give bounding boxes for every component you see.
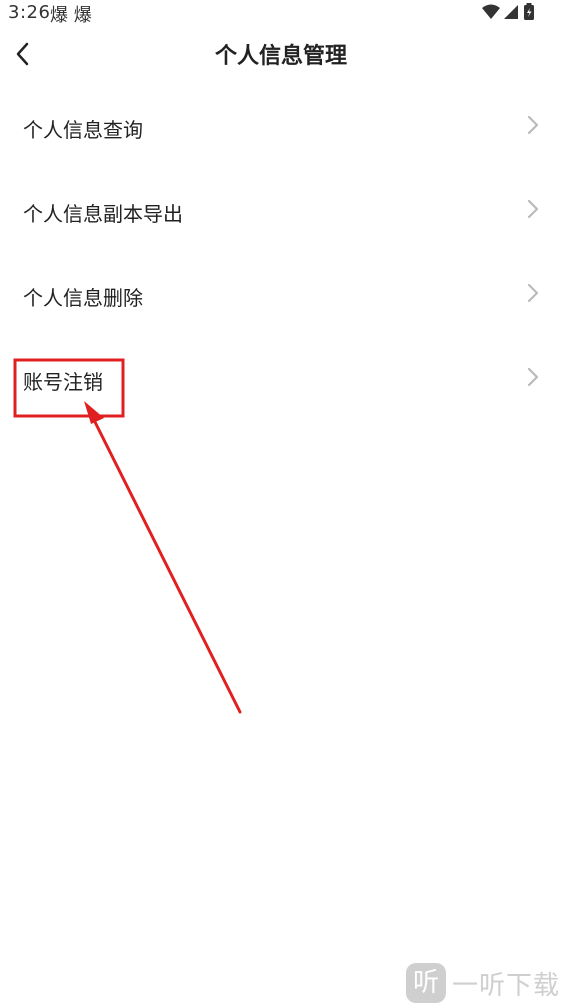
chevron-right-icon xyxy=(526,366,540,388)
menu-item-personal-info-delete[interactable]: 个人信息删除 xyxy=(0,254,562,338)
signal-icon xyxy=(504,5,518,19)
menu-item-personal-info-query[interactable]: 个人信息查询 xyxy=(0,86,562,170)
settings-menu: 个人信息查询 个人信息副本导出 个人信息删除 账号注销 xyxy=(0,86,562,422)
status-bar: 3:26 爆 爆 xyxy=(0,0,562,26)
page-title: 个人信息管理 xyxy=(214,44,347,69)
watermark: 听 一听下载 xyxy=(405,961,560,1005)
menu-item-personal-info-export[interactable]: 个人信息副本导出 xyxy=(0,170,562,254)
menu-item-label: 账号注销 xyxy=(23,370,103,394)
menu-item-label: 个人信息副本导出 xyxy=(23,202,183,226)
battery-icon xyxy=(524,3,534,20)
chevron-right-icon xyxy=(526,282,540,304)
annotation-arrow-shaft xyxy=(91,416,242,714)
header: 个人信息管理 xyxy=(0,26,562,82)
chevron-right-icon xyxy=(526,114,540,136)
status-right-icons xyxy=(480,2,538,22)
menu-item-label: 个人信息删除 xyxy=(23,286,143,310)
watermark-logo: 听 xyxy=(405,963,446,1003)
watermark-text: 一听下载 xyxy=(451,970,560,1001)
status-app-icons: 爆 爆 xyxy=(50,5,92,26)
menu-item-label: 个人信息查询 xyxy=(23,118,143,142)
wifi-icon xyxy=(482,4,500,19)
status-time: 3:26 xyxy=(8,2,51,23)
chevron-right-icon xyxy=(526,198,540,220)
menu-item-account-cancellation[interactable]: 账号注销 xyxy=(0,338,562,422)
